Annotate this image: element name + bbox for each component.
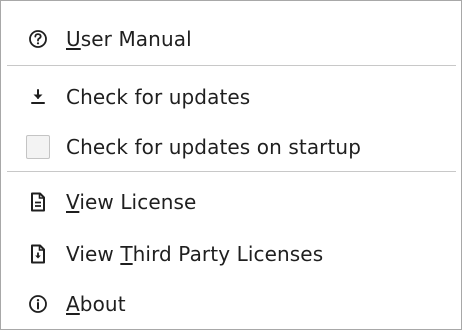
document-download-icon — [26, 242, 50, 266]
menu-item-user-manual[interactable]: User Manual — [1, 19, 461, 59]
startup-update-checkbox[interactable] — [26, 135, 50, 159]
menu-item-label: View License — [66, 190, 197, 214]
menu-item-view-license[interactable]: View License — [1, 182, 461, 222]
help-circle-icon — [26, 27, 50, 51]
checkbox-wrapper — [26, 135, 50, 159]
menu-separator — [7, 171, 456, 172]
menu-item-check-updates[interactable]: Check for updates — [1, 77, 461, 117]
menu-item-about[interactable]: About — [1, 284, 461, 324]
help-menu: User Manual Check for updates Check for … — [0, 0, 462, 330]
menu-item-view-third-party-licenses[interactable]: View Third Party Licenses — [1, 234, 461, 274]
document-icon — [26, 190, 50, 214]
menu-item-label: Check for updates on startup — [66, 135, 362, 159]
menu-item-label: Check for updates — [66, 85, 251, 109]
menu-item-label: About — [66, 292, 126, 316]
menu-item-label: View Third Party Licenses — [66, 242, 324, 266]
menu-item-label: User Manual — [66, 27, 192, 51]
menu-item-check-updates-startup[interactable]: Check for updates on startup — [1, 127, 461, 167]
download-icon — [26, 85, 50, 109]
menu-separator — [7, 65, 456, 66]
info-circle-icon — [26, 292, 50, 316]
